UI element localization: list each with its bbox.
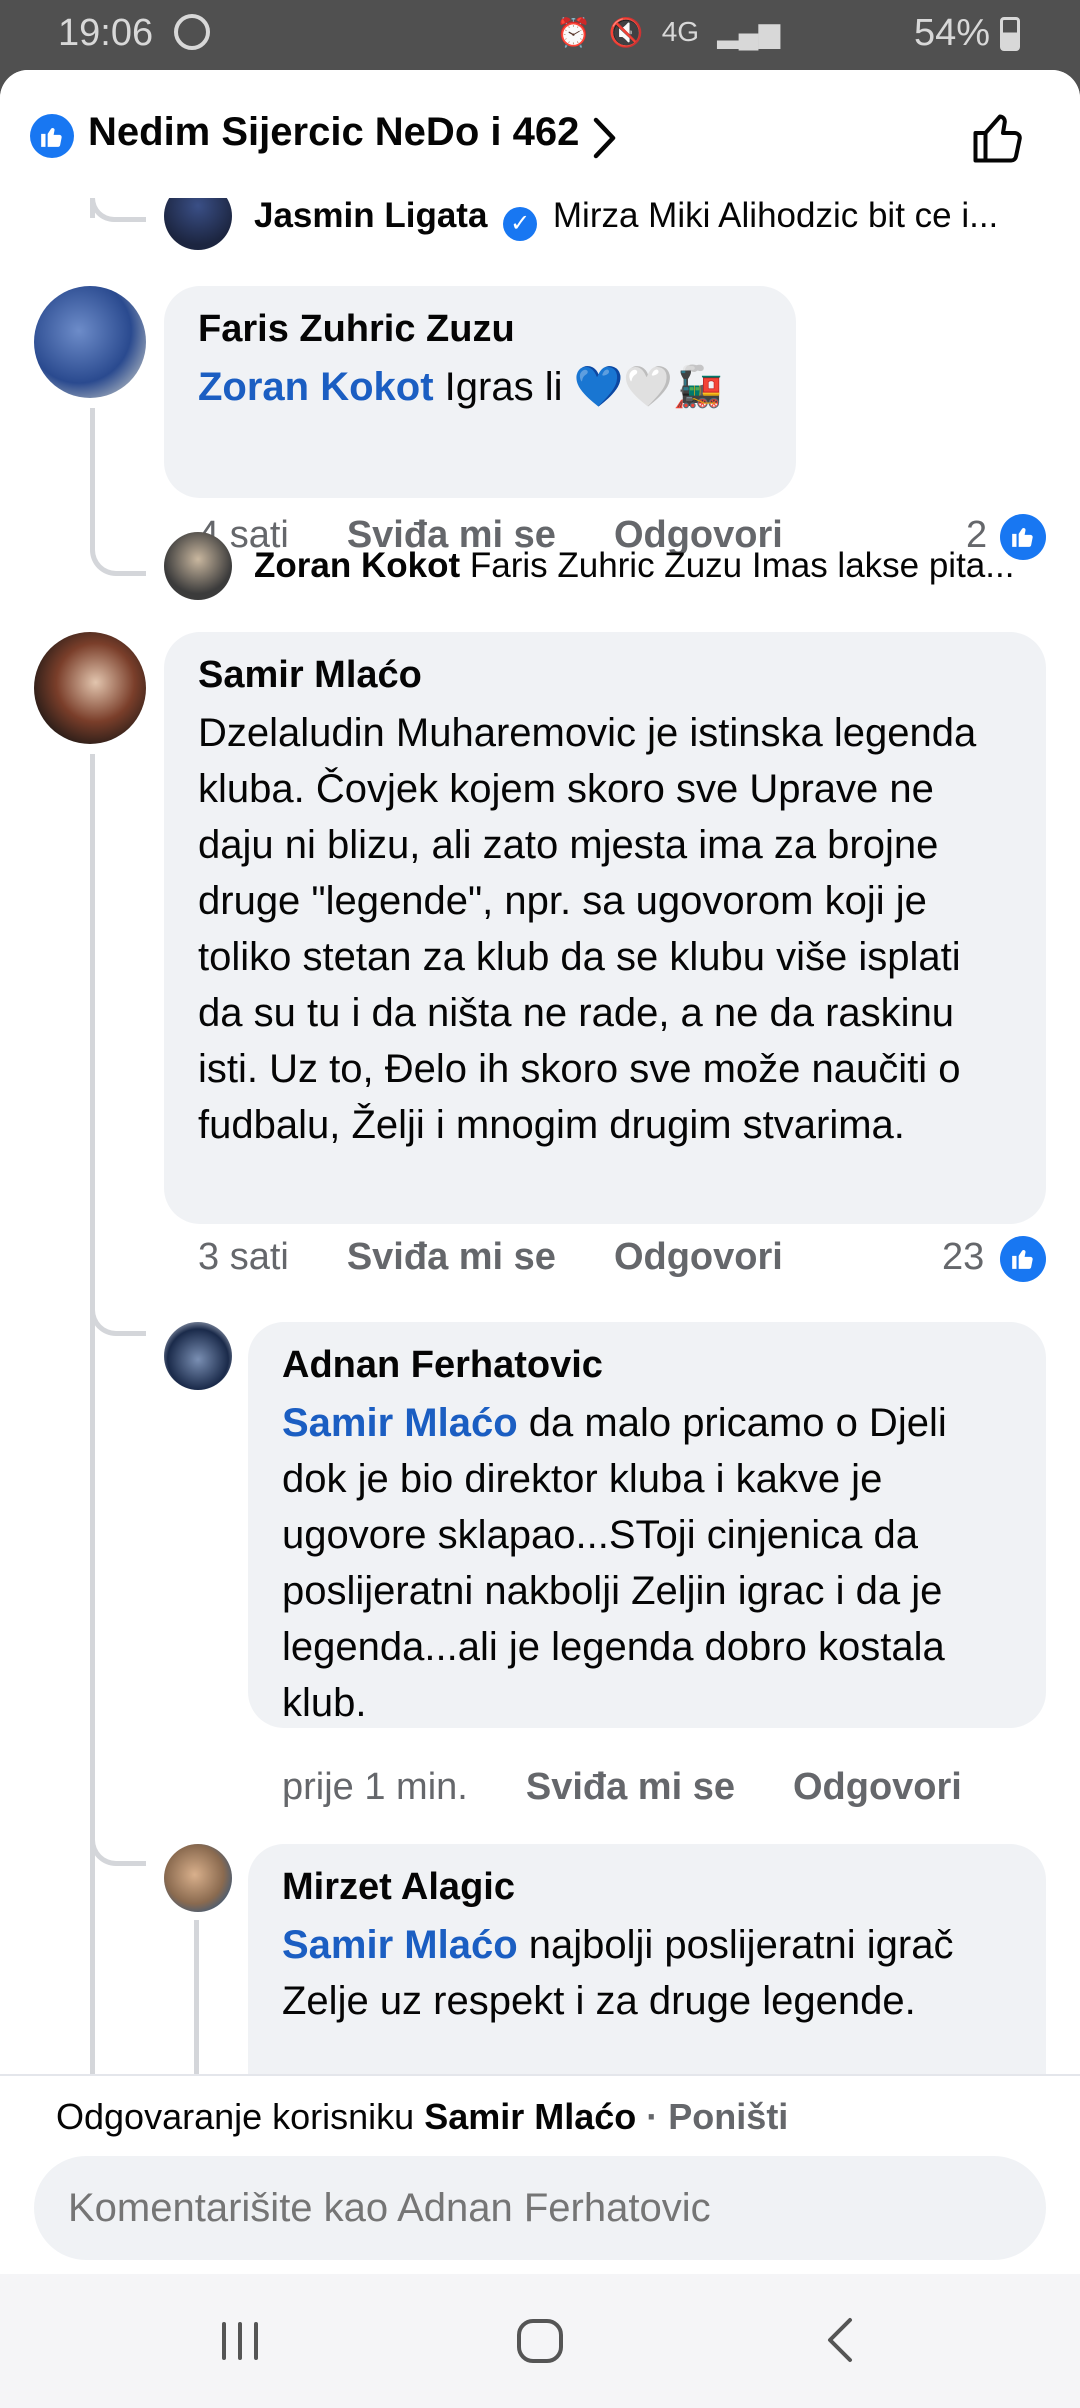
replying-to-info: Odgovaranje korisniku Samir Mlaćo · Poni… bbox=[56, 2096, 788, 2138]
comment-text: Zoran Kokot Igras li 💙🤍🚂 bbox=[198, 359, 762, 415]
navigation-bar bbox=[0, 2270, 1080, 2408]
mention-link[interactable]: Zoran Kokot bbox=[198, 365, 434, 409]
avatar-adnan-ferhatovic[interactable] bbox=[164, 1322, 232, 1390]
avatar-samir-mlaco[interactable] bbox=[34, 632, 146, 744]
alarm-icon: ⏰ bbox=[555, 17, 591, 48]
comment-body: da malo pricamo o Djeli dok je bio direk… bbox=[282, 1401, 947, 1725]
avatar-faris-zuhric[interactable] bbox=[34, 286, 146, 398]
status-bar: 19:06 ⏰ 🔇 4G ▂▄▆ 54% bbox=[0, 0, 1080, 70]
collapsed-reply-zoran[interactable]: Zoran Kokot Faris Zuhric Zuzu Imas lakse… bbox=[254, 546, 1044, 586]
comment-actions: 3 sati Sviđa mi se Odgovori bbox=[198, 1236, 783, 1279]
comment-author[interactable]: Mirzet Alagic bbox=[282, 1866, 1012, 1909]
comment-bubble: Samir Mlaćo Dzelaludin Muharemovic je is… bbox=[164, 632, 1046, 1224]
reactions-header[interactable]: Nedim Sijercic NeDo i 462 bbox=[0, 70, 1080, 198]
back-icon[interactable] bbox=[812, 2310, 872, 2370]
recent-apps-icon[interactable] bbox=[210, 2310, 270, 2370]
mention-link[interactable]: Samir Mlaćo bbox=[282, 1401, 518, 1445]
replying-target: Samir Mlaćo bbox=[424, 2096, 637, 2137]
cancel-reply-button[interactable]: Poništi bbox=[668, 2096, 788, 2137]
comment-actions: prije 1 min. Sviđa mi se Odgovori bbox=[282, 1766, 962, 1809]
like-reaction-icon[interactable] bbox=[1000, 1236, 1046, 1282]
mute-icon: 🔇 bbox=[608, 17, 644, 48]
thread-line bbox=[90, 754, 95, 2154]
reply-button[interactable]: Odgovori bbox=[793, 1766, 962, 1809]
comment-body: Dzelaludin Muharemovic je istinska legen… bbox=[198, 711, 977, 1147]
comment-text: Samir Mlaćo najbolji poslijeratni igrač … bbox=[282, 1917, 1012, 2029]
thread-connector bbox=[90, 540, 146, 576]
comment-body: Igras li 💙🤍🚂 bbox=[433, 365, 723, 409]
reply-preview: Faris Zuhric Zuzu Imas lakse pita... bbox=[469, 546, 1015, 585]
thread-connector bbox=[90, 198, 146, 222]
comment-text: Samir Mlaćo da malo pricamo o Djeli dok … bbox=[282, 1395, 1012, 1731]
comment-author[interactable]: Samir Mlaćo bbox=[198, 654, 1012, 697]
collapsed-reply-jasmin[interactable]: Jasmin Ligata ✓ Mirza Miki Alihodzic bit… bbox=[254, 196, 1044, 241]
home-icon[interactable] bbox=[510, 2310, 570, 2370]
comment-bubble: Faris Zuhric Zuzu Zoran Kokot Igras li 💙… bbox=[164, 286, 796, 498]
thread-connector bbox=[90, 1830, 146, 1866]
like-post-icon[interactable] bbox=[968, 108, 1028, 168]
battery-percent: 54% bbox=[913, 12, 990, 54]
reactions-summary: Nedim Sijercic NeDo i 462 bbox=[88, 110, 580, 154]
battery-icon bbox=[1000, 16, 1020, 51]
chevron-right-icon bbox=[593, 117, 616, 159]
whatsapp-icon bbox=[174, 14, 210, 50]
replying-prefix: Odgovaranje korisniku bbox=[56, 2096, 425, 2137]
comment-author[interactable]: Faris Zuhric Zuzu bbox=[198, 308, 762, 351]
comment-author[interactable]: Adnan Ferhatovic bbox=[282, 1344, 1012, 1387]
avatar-zoran-kokot[interactable] bbox=[164, 532, 232, 600]
separator: · bbox=[636, 2096, 669, 2137]
comment-input[interactable] bbox=[34, 2156, 1046, 2260]
thread-connector bbox=[90, 1300, 146, 1336]
network-label: 4G bbox=[661, 16, 700, 47]
like-reaction-icon bbox=[30, 114, 74, 158]
verified-icon: ✓ bbox=[503, 207, 538, 241]
reply-preview: Mirza Miki Alihodzic bit ce i... bbox=[552, 196, 999, 235]
reply-composer: Odgovaranje korisniku Samir Mlaćo · Poni… bbox=[0, 2074, 1080, 2274]
thread-line bbox=[90, 408, 95, 548]
signal-icon: ▂▄▆ bbox=[717, 17, 780, 48]
like-button[interactable]: Sviđa mi se bbox=[526, 1766, 735, 1809]
battery: 54% bbox=[914, 12, 1020, 55]
reaction-count: 23 bbox=[942, 1236, 985, 1278]
comment-time: 3 sati bbox=[198, 1236, 289, 1278]
reply-button[interactable]: Odgovori bbox=[614, 1236, 783, 1279]
status-icons: ⏰ 🔇 4G ▂▄▆ bbox=[556, 16, 780, 49]
mention-link[interactable]: Samir Mlaćo bbox=[282, 1923, 518, 1967]
reply-author: Jasmin Ligata bbox=[254, 196, 488, 235]
status-time: 19:06 bbox=[58, 12, 154, 54]
comment-bubble: Adnan Ferhatovic Samir Mlaćo da malo pri… bbox=[248, 1322, 1046, 1728]
comments-sheet: Nedim Sijercic NeDo i 462 Jasmin Ligata … bbox=[0, 70, 1080, 2270]
avatar-mirzet-alagic[interactable] bbox=[164, 1844, 232, 1912]
comment-time: prije 1 min. bbox=[282, 1766, 468, 1808]
like-button[interactable]: Sviđa mi se bbox=[347, 1236, 556, 1279]
reply-author: Zoran Kokot bbox=[254, 546, 461, 585]
